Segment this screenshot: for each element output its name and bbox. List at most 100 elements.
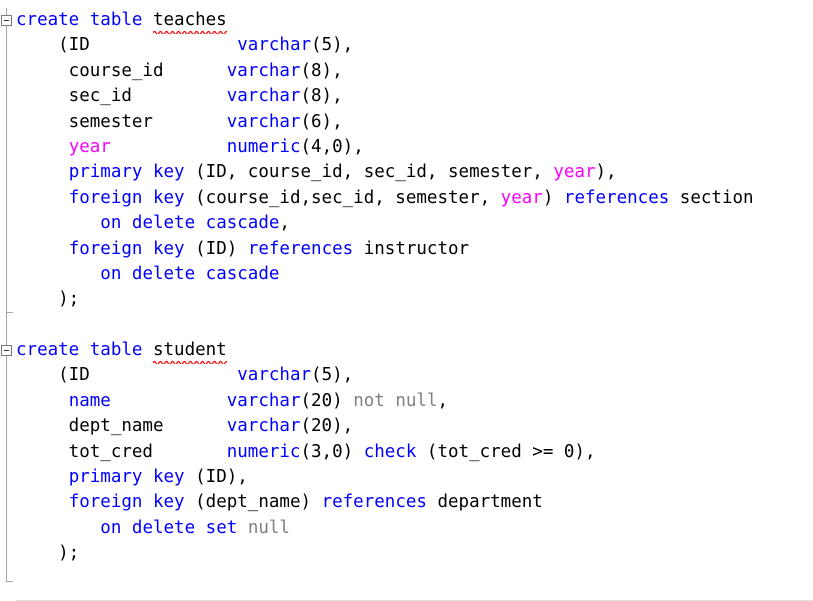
code-token: (ID), <box>184 467 248 488</box>
code-line[interactable]: (ID varchar(5), <box>16 33 813 58</box>
code-token: (3,0) <box>300 441 364 462</box>
code-token: (ID <box>16 365 238 386</box>
collapse-create-table-teaches-icon[interactable] <box>1 15 12 26</box>
code-token: year <box>68 136 111 157</box>
code-line[interactable]: primary key (ID), <box>16 465 813 490</box>
squiggle-icon <box>152 360 227 365</box>
code-token: , <box>279 213 290 234</box>
code-token: course_id <box>16 60 227 81</box>
error-squiggle-underline: student <box>152 338 227 365</box>
code-token: create table <box>16 340 153 361</box>
code-token: foreign key <box>68 492 185 513</box>
code-line[interactable]: create table teaches <box>16 8 813 35</box>
code-token: varchar <box>237 35 312 56</box>
code-token: (tot_cred >= 0), <box>416 441 596 462</box>
code-line[interactable]: tot_cred numeric(3,0) check (tot_cred >=… <box>16 440 813 465</box>
code-token: ); <box>16 289 80 310</box>
code-token: varchar <box>226 111 301 132</box>
code-line[interactable]: foreign key (course_id,sec_id, semester,… <box>16 186 813 211</box>
code-token: department <box>426 492 543 513</box>
code-token: varchar <box>226 86 301 107</box>
code-token: ), <box>595 162 617 183</box>
code-line[interactable]: ); <box>16 287 813 312</box>
code-token: (8), <box>300 86 343 107</box>
code-token: (8), <box>300 60 343 81</box>
code-token: foreign key <box>68 187 185 208</box>
code-token: check <box>363 441 417 462</box>
code-line[interactable] <box>16 313 813 338</box>
code-line[interactable]: (ID varchar(5), <box>16 363 813 388</box>
code-token: (20), <box>300 416 354 437</box>
code-line[interactable]: ); <box>16 541 813 566</box>
code-token: varchar <box>237 365 312 386</box>
code-token: teaches <box>152 10 227 30</box>
code-token: (4,0), <box>300 136 364 157</box>
fold-gutter <box>0 0 16 601</box>
code-token: (6), <box>300 111 343 132</box>
code-line[interactable]: foreign key (dept_name) references depar… <box>16 490 813 515</box>
code-token: on delete set <box>100 517 238 538</box>
code-token: references <box>563 187 670 208</box>
code-token: varchar <box>226 390 301 411</box>
code-line[interactable]: year numeric(4,0), <box>16 135 813 160</box>
code-token: foreign key <box>68 238 185 259</box>
code-token: on delete cascade <box>100 213 280 234</box>
code-token: on delete cascade <box>100 263 280 284</box>
code-token: name <box>68 390 111 411</box>
code-token: (20) <box>300 390 354 411</box>
code-token: varchar <box>226 60 301 81</box>
code-line[interactable]: on delete cascade <box>16 262 813 287</box>
code-token: semester <box>16 111 227 132</box>
code-line[interactable]: semester varchar(6), <box>16 110 813 135</box>
code-token: (ID) <box>184 238 248 259</box>
code-line[interactable]: foreign key (ID) references instructor <box>16 237 813 262</box>
code-line[interactable]: on delete cascade, <box>16 211 813 236</box>
code-token: instructor <box>353 238 470 259</box>
code-token: numeric <box>226 136 301 157</box>
code-token: sec_id <box>16 86 227 107</box>
code-line[interactable]: on delete set null <box>16 516 813 541</box>
code-token: primary key <box>68 162 185 183</box>
code-token: ) <box>542 187 564 208</box>
code-token: (5), <box>311 365 354 386</box>
code-token: year <box>500 187 543 208</box>
code-token: dept_name <box>16 416 227 437</box>
code-token: year <box>553 162 596 183</box>
fold-region-teaches <box>6 8 16 313</box>
code-line[interactable]: create table student <box>16 338 813 365</box>
code-token: (dept_name) <box>184 492 322 513</box>
code-token: section <box>669 187 754 208</box>
code-token: references <box>321 492 427 513</box>
code-token: tot_cred <box>16 441 227 462</box>
sql-code-editor[interactable]: create table teaches (ID varchar(5), cou… <box>0 0 813 601</box>
code-lines[interactable]: create table teaches (ID varchar(5), cou… <box>16 0 813 600</box>
code-line[interactable]: course_id varchar(8), <box>16 59 813 84</box>
squiggle-icon <box>152 30 227 35</box>
code-line[interactable]: dept_name varchar(20), <box>16 414 813 439</box>
code-token: (5), <box>311 35 354 56</box>
code-line[interactable]: name varchar(20) not null, <box>16 389 813 414</box>
code-token: (ID <box>16 35 238 56</box>
code-line[interactable]: sec_id varchar(8), <box>16 84 813 109</box>
code-token: (course_id,sec_id, semester, <box>184 187 501 208</box>
code-line[interactable]: primary key (ID, course_id, sec_id, seme… <box>16 160 813 185</box>
code-token: not null <box>353 390 438 411</box>
code-token: ); <box>16 543 80 564</box>
code-token: null <box>247 517 290 538</box>
code-token: student <box>152 340 227 361</box>
code-token: (ID, course_id, sec_id, semester, <box>184 162 554 183</box>
code-token: numeric <box>226 441 301 462</box>
collapse-create-table-student-icon[interactable] <box>1 345 12 356</box>
